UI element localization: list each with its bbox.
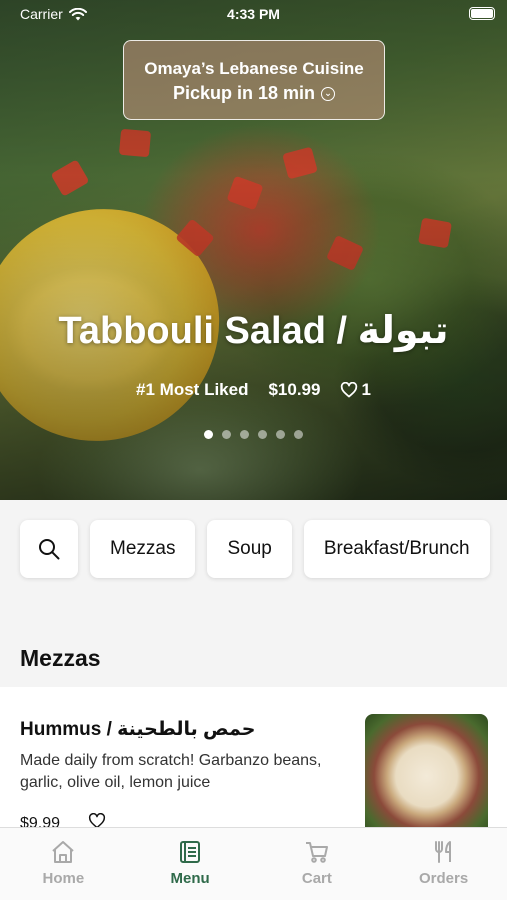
tab-home[interactable]: Home bbox=[0, 828, 127, 900]
page-dot[interactable] bbox=[258, 430, 267, 439]
tab-cart[interactable]: Cart bbox=[254, 828, 381, 900]
category-chip-breakfast-brunch[interactable]: Breakfast/Brunch bbox=[303, 520, 490, 578]
tab-bar: Home Menu Cart Orders bbox=[0, 827, 507, 900]
menu-item-card[interactable]: Hummus / حمص بالطحينة Made daily from sc… bbox=[0, 687, 507, 832]
most-liked-badge: #1 Most Liked bbox=[136, 380, 249, 399]
tab-label: Home bbox=[42, 870, 85, 887]
tab-label: Menu bbox=[170, 870, 210, 887]
menu-item-photo bbox=[365, 714, 488, 827]
featured-dish-title: Tabbouli Salad / تبولة bbox=[58, 310, 449, 352]
page-dot[interactable] bbox=[276, 430, 285, 439]
clock: 4:33 PM bbox=[227, 6, 280, 22]
pickup-label: Pickup in 18 min bbox=[172, 83, 316, 103]
restaurant-pickup-selector[interactable]: Omaya’s Lebanese Cuisine Pickup in 18 mi… bbox=[123, 40, 385, 120]
heart-icon bbox=[341, 382, 358, 398]
menu-item-description: Made daily from scratch! Garbanzo beans,… bbox=[20, 752, 322, 791]
search-icon bbox=[39, 539, 60, 560]
page-dot[interactable] bbox=[240, 430, 249, 439]
page-dot[interactable] bbox=[204, 430, 213, 439]
tab-orders[interactable]: Orders bbox=[380, 828, 507, 900]
category-bar: Mezzas Soup Breakfast/Brunch bbox=[20, 520, 490, 578]
chevron-down-icon: ⌄ bbox=[321, 86, 336, 101]
like-count: 1 bbox=[361, 380, 371, 399]
tab-label: Cart bbox=[301, 870, 332, 887]
pickup-time: Pickup in 18 min ⌄ bbox=[124, 83, 384, 104]
home-icon bbox=[52, 841, 75, 863]
restaurant-name: Omaya’s Lebanese Cuisine bbox=[144, 59, 364, 78]
category-chip-soup[interactable]: Soup bbox=[207, 520, 292, 578]
page-dot[interactable] bbox=[222, 430, 231, 439]
category-chip-mezzas[interactable]: Mezzas bbox=[90, 520, 196, 578]
featured-dish-meta: #1 Most Liked $10.99 1 bbox=[0, 380, 507, 400]
menu-item-name: Hummus / حمص بالطحينة bbox=[20, 719, 256, 740]
status-bar: Carrier 4:33 PM bbox=[0, 0, 507, 28]
utensils-icon bbox=[434, 841, 451, 863]
page-dot[interactable] bbox=[294, 430, 303, 439]
menu-icon bbox=[180, 841, 201, 863]
battery-icon bbox=[469, 7, 495, 20]
featured-price: $10.99 bbox=[268, 380, 321, 399]
cart-icon bbox=[305, 842, 328, 863]
section-title: Mezzas bbox=[20, 645, 101, 671]
tab-label: Orders bbox=[419, 870, 469, 887]
search-button[interactable] bbox=[20, 520, 78, 578]
carousel-page-indicator[interactable] bbox=[0, 430, 507, 439]
like-button[interactable]: 1 bbox=[340, 380, 371, 400]
tab-menu[interactable]: Menu bbox=[127, 828, 254, 900]
